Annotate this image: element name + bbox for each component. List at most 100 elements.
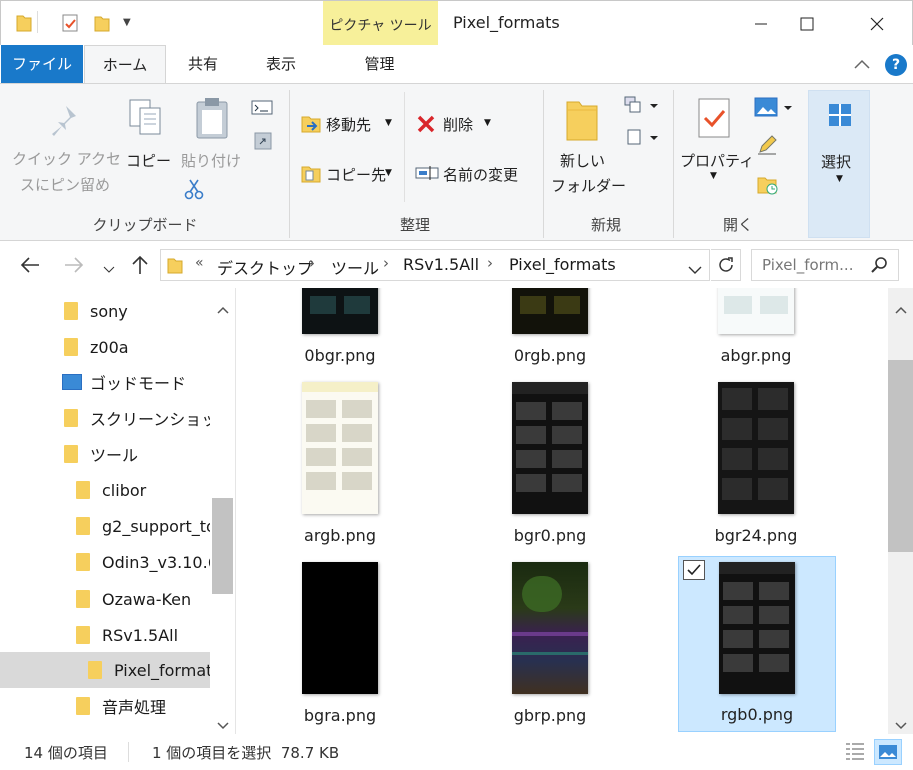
easy-access-icon[interactable] — [624, 128, 660, 152]
move-to-button[interactable]: 移動先 — [326, 114, 371, 135]
paste-button[interactable]: 貼り付け — [181, 150, 241, 171]
nav-item-label: z00a — [90, 337, 129, 357]
maximize-button[interactable] — [784, 1, 830, 46]
nav-item-g2-support[interactable]: g2_support_to — [0, 508, 210, 544]
folder-icon — [76, 697, 90, 715]
file-tile[interactable]: bgr0.png — [470, 380, 630, 556]
breadcrumb-separator-icon[interactable]: › — [487, 254, 493, 272]
nav-item-screenshots[interactable]: スクリーンショット — [0, 400, 210, 436]
tab-view[interactable]: 表示 — [240, 45, 322, 83]
new-folder-large-icon — [564, 96, 600, 146]
breadcrumb-separator-icon[interactable]: › — [309, 254, 315, 272]
tab-share[interactable]: 共有 — [166, 45, 240, 83]
new-folder-label-2[interactable]: フォルダー — [551, 175, 626, 196]
nav-item-z00a[interactable]: z00a — [0, 329, 210, 365]
nav-item-rsv15all[interactable]: RSv1.5All — [0, 617, 210, 653]
file-name: bgr0.png — [513, 526, 587, 545]
new-item-icon[interactable] — [624, 96, 660, 120]
move-to-dropdown-icon[interactable]: ▼ — [385, 118, 392, 128]
breadcrumb-tools[interactable]: ツール — [331, 255, 379, 279]
file-name: 0rgb.png — [513, 346, 587, 365]
copy-path-icon[interactable] — [251, 100, 273, 120]
scroll-down-icon[interactable] — [895, 716, 907, 734]
ribbon-tabs: ファイル ホーム 共有 表示 管理 ? — [0, 45, 913, 84]
folder-icon — [167, 256, 183, 278]
minimize-button[interactable] — [738, 1, 784, 46]
address-overflow[interactable]: « — [195, 255, 204, 271]
large-icons-view-icon[interactable] — [874, 739, 902, 765]
file-tile[interactable]: gbrp.png — [470, 560, 630, 734]
address-bar[interactable]: « デスクトップ › ツール › RSv1.5All › Pixel_forma… — [160, 249, 710, 281]
new-folder-label-1[interactable]: 新しい — [560, 150, 605, 171]
customize-qat-icon[interactable]: ▼ — [123, 17, 131, 28]
nav-item-ozawa-ken[interactable]: Ozawa-Ken — [0, 581, 210, 617]
tab-file[interactable]: ファイル — [1, 45, 83, 83]
back-arrow-icon[interactable] — [20, 256, 40, 278]
file-tile[interactable]: bgra.png — [260, 560, 420, 734]
breadcrumb-separator-icon[interactable]: › — [383, 254, 389, 272]
nav-item-clibor[interactable]: clibor — [0, 472, 210, 508]
nav-scroll-thumb[interactable] — [212, 498, 233, 594]
forward-arrow-icon[interactable] — [64, 256, 84, 278]
search-icon[interactable] — [870, 256, 888, 278]
open-image-icon[interactable] — [754, 96, 794, 124]
tab-manage[interactable]: 管理 — [322, 45, 437, 83]
details-view-icon[interactable] — [844, 741, 866, 765]
scroll-down-icon[interactable] — [217, 716, 229, 734]
thumbnail — [512, 562, 588, 694]
select-grid-icon — [828, 103, 852, 131]
collapse-ribbon-icon[interactable] — [854, 56, 870, 74]
properties-dropdown-icon[interactable]: ▼ — [710, 171, 717, 181]
file-tile[interactable]: argb.png — [260, 380, 420, 556]
folder-icon — [76, 481, 90, 499]
breadcrumb-rsv15all[interactable]: RSv1.5All — [403, 255, 479, 274]
pin-to-quick-access-label-1[interactable]: クイック アクセ — [12, 148, 121, 169]
pin-icon — [46, 102, 82, 142]
thumbnail — [512, 382, 588, 514]
paste-shortcut-icon[interactable] — [254, 130, 272, 154]
tab-home[interactable]: ホーム — [84, 45, 166, 84]
file-tile-selected[interactable]: rgb0.png — [678, 556, 836, 732]
delete-dropdown-icon[interactable]: ▼ — [484, 118, 491, 128]
nav-item-pixel-formats[interactable]: Pixel_format — [0, 652, 210, 688]
selection-checkbox[interactable] — [683, 560, 705, 580]
file-tile[interactable]: 0rgb.png — [470, 288, 630, 376]
file-tile[interactable]: abgr.png — [676, 288, 836, 376]
folder-icon — [15, 13, 33, 37]
content-scrollbar[interactable] — [888, 288, 913, 734]
nav-item-odin3[interactable]: Odin3_v3.10.6 — [0, 544, 210, 580]
rename-button[interactable]: 名前の変更 — [443, 164, 518, 185]
recent-locations-icon[interactable] — [103, 260, 115, 278]
nav-item-tools[interactable]: ツール — [0, 436, 210, 472]
up-arrow-icon[interactable] — [131, 255, 149, 279]
properties-check-icon[interactable] — [61, 13, 79, 37]
scroll-up-icon[interactable] — [217, 300, 229, 318]
copy-to-dropdown-icon[interactable]: ▼ — [385, 168, 392, 178]
nav-item-audio[interactable]: 音声処理 — [0, 688, 210, 724]
nav-item-godmode[interactable]: ゴッドモード — [0, 364, 210, 400]
cut-scissors-icon[interactable] — [184, 178, 204, 204]
select-button[interactable]: 選択 ▼ — [808, 90, 870, 238]
close-button[interactable] — [854, 1, 900, 46]
file-tile[interactable]: 0bgr.png — [260, 288, 420, 376]
delete-button[interactable]: 削除 — [443, 114, 473, 135]
scroll-up-icon[interactable] — [895, 300, 907, 318]
breadcrumb-pixel-formats[interactable]: Pixel_formats — [509, 255, 616, 274]
nav-scrollbar[interactable] — [210, 288, 235, 734]
copy-to-button[interactable]: コピー先 — [326, 164, 386, 185]
breadcrumb-desktop[interactable]: デスクトップ — [217, 255, 313, 279]
properties-button[interactable]: プロパティ — [680, 150, 754, 171]
file-tile[interactable]: bgr24.png — [676, 380, 836, 556]
content-scroll-thumb[interactable] — [888, 360, 913, 552]
help-icon[interactable]: ? — [885, 54, 907, 76]
history-icon[interactable] — [756, 174, 780, 200]
copy-button[interactable]: コピー — [126, 150, 171, 171]
new-folder-icon[interactable] — [93, 13, 111, 37]
pin-to-quick-access-label-2[interactable]: スにピン留め — [20, 174, 110, 195]
nav-item-sony[interactable]: sony — [0, 293, 210, 329]
search-box[interactable]: Pixel_form... — [751, 249, 899, 281]
edit-pen-icon[interactable] — [756, 134, 778, 160]
address-history-dropdown-icon[interactable] — [688, 261, 702, 279]
refresh-button[interactable] — [711, 249, 741, 281]
select-label: 選択 — [821, 153, 852, 171]
